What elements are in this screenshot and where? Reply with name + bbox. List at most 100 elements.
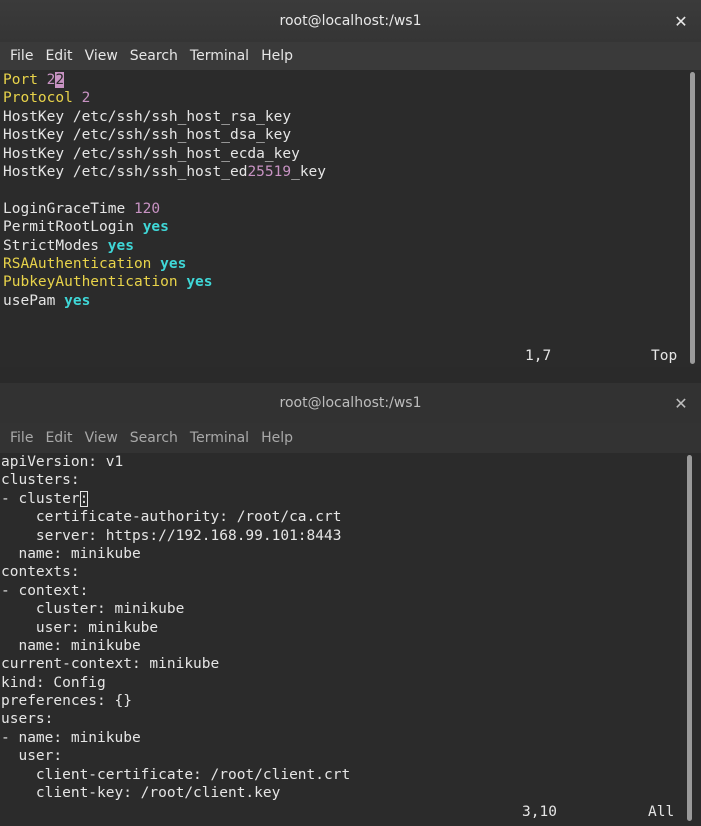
terminal-text: name: minikube	[1, 637, 141, 654]
menu-view[interactable]: View	[79, 430, 124, 446]
terminal-text: 2	[81, 90, 91, 107]
terminal-line: - name: minikube	[1, 729, 689, 747]
menu-file[interactable]: File	[4, 430, 39, 446]
terminal-text: HostKey /etc/ssh/ssh_host_rsa_key	[3, 108, 292, 125]
terminal-text: StrictModes	[3, 237, 108, 254]
terminal-text: Port	[3, 72, 47, 88]
terminal-text: PermitRootLogin	[3, 219, 143, 236]
menu-file[interactable]: File	[4, 48, 39, 64]
terminal-line: PubkeyAuthentication yes	[3, 273, 689, 291]
terminal-line: apiVersion: v1	[1, 453, 689, 471]
terminal-text: - name: minikube	[1, 729, 141, 746]
menu-edit[interactable]: Edit	[39, 48, 78, 64]
terminal-line: certificate-authority: /root/ca.crt	[1, 508, 689, 526]
terminal-text: name: minikube	[1, 545, 141, 562]
terminal-line: HostKey /etc/ssh/ssh_host_rsa_key	[3, 108, 689, 126]
terminal-line: LoginGraceTime 120	[3, 200, 689, 218]
terminal-text: HostKey /etc/ssh/ssh_host_ecda_key	[3, 145, 300, 162]
terminal-text: LoginGraceTime	[3, 200, 134, 217]
terminal-text: contexts:	[1, 564, 80, 581]
terminal-line: preferences: {}	[1, 692, 689, 710]
terminal-line: cluster: minikube	[1, 600, 689, 618]
terminal-text: user: minikube	[1, 619, 159, 636]
terminal-text: users:	[1, 711, 54, 728]
terminal-line: StrictModes yes	[3, 237, 689, 255]
text-cursor: :	[79, 490, 89, 507]
terminal-text: yes	[142, 219, 169, 236]
terminal-text: 25519	[247, 163, 292, 180]
terminal-text: preferences: {}	[1, 693, 132, 710]
terminal-content-top[interactable]: Port 22 Protocol 2 HostKey /etc/ssh/ssh_ho…	[3, 71, 689, 310]
terminal-line: HostKey /etc/ssh/ssh_host_dsa_key	[3, 126, 689, 144]
close-icon[interactable]: ✕	[673, 12, 689, 31]
terminal-line: user: minikube	[1, 619, 689, 637]
terminal-text: yes	[64, 292, 91, 309]
scrollbar[interactable]	[689, 72, 697, 364]
window-title: root@localhost:/ws1	[279, 13, 422, 29]
terminal-line: PermitRootLogin yes	[3, 218, 689, 236]
desktop-gap	[0, 367, 701, 383]
terminal-line: usePam yes	[3, 292, 689, 310]
terminal-line: user:	[1, 747, 689, 765]
terminal-text: current-context: minikube	[1, 656, 220, 673]
terminal-line: client-key: /root/client.key	[1, 784, 689, 802]
terminal-line: current-context: minikube	[1, 655, 689, 673]
terminal-line: Protocol 2	[3, 89, 689, 107]
title-bar[interactable]: root@localhost:/ws1 ✕	[0, 0, 701, 42]
scroll-position: Top	[651, 348, 678, 364]
terminal-text: yes	[160, 255, 187, 272]
terminal-text: user:	[1, 748, 63, 765]
terminal-line: Port 22	[3, 71, 689, 89]
terminal-text: client-certificate: /root/client.crt	[1, 766, 351, 783]
terminal-text: server: https://192.168.99.101:8443	[1, 527, 342, 544]
terminal-text: client-key: /root/client.key	[1, 785, 281, 802]
terminal-content-bottom[interactable]: apiVersion: v1 clusters: - cluster: certif…	[1, 453, 689, 802]
terminal-text: PubkeyAuthentication	[3, 274, 187, 291]
terminal-text: RSAAuthentication	[3, 255, 161, 272]
terminal-line: HostKey /etc/ssh/ssh_host_ecda_key	[3, 145, 689, 163]
menu-bar: File Edit View Search Terminal Help	[0, 42, 701, 70]
terminal-line: name: minikube	[1, 545, 689, 563]
terminal-line: kind: Config	[1, 674, 689, 692]
menu-edit[interactable]: Edit	[39, 430, 78, 446]
terminal-text: _key	[291, 163, 327, 180]
terminal-text: Protocol	[3, 90, 82, 107]
terminal-line: clusters:	[1, 471, 689, 489]
window-title: root@localhost:/ws1	[279, 395, 422, 411]
scrollbar-thumb[interactable]	[690, 72, 695, 364]
terminal-text: certificate-authority: /root/ca.crt	[1, 509, 342, 526]
terminal-line: contexts:	[1, 563, 689, 581]
terminal-line: server: https://192.168.99.101:8443	[1, 527, 689, 545]
cursor-position: 1,7	[525, 348, 552, 364]
terminal-line: client-certificate: /root/client.crt	[1, 766, 689, 784]
terminal-text: - context:	[1, 582, 89, 599]
text-cursor: 2	[55, 72, 65, 88]
close-icon[interactable]: ✕	[673, 394, 689, 413]
menu-view[interactable]: View	[79, 48, 124, 64]
terminal-line: - cluster:	[1, 490, 689, 508]
menu-terminal[interactable]: Terminal	[184, 430, 255, 446]
menu-help[interactable]: Help	[255, 48, 299, 64]
terminal-text: kind: Config	[1, 674, 106, 691]
terminal-line: users:	[1, 710, 689, 728]
menu-help[interactable]: Help	[255, 430, 299, 446]
terminal-text: clusters:	[1, 472, 80, 489]
menu-terminal[interactable]: Terminal	[184, 48, 255, 64]
terminal-text: HostKey /etc/ssh/ssh_host_dsa_key	[3, 127, 292, 144]
terminal-text: 120	[133, 200, 161, 217]
terminal-text: HostKey /etc/ssh/ssh_host_ed	[3, 163, 248, 180]
terminal-line: name: minikube	[1, 637, 689, 655]
title-bar[interactable]: root@localhost:/ws1 ✕	[0, 383, 701, 423]
terminal-text: - cluster	[1, 490, 80, 507]
terminal-text: usePam	[3, 292, 65, 309]
terminal-text: cluster: minikube	[1, 601, 185, 618]
menu-search[interactable]: Search	[124, 48, 184, 64]
scroll-position: All	[648, 804, 675, 820]
terminal-text: yes	[186, 274, 213, 291]
cursor-position: 3,10	[522, 804, 557, 820]
terminal-line: - context:	[1, 582, 689, 600]
menu-search[interactable]: Search	[124, 430, 184, 446]
terminal-text: apiVersion: v1	[1, 454, 124, 470]
terminal-line: RSAAuthentication yes	[3, 255, 689, 273]
